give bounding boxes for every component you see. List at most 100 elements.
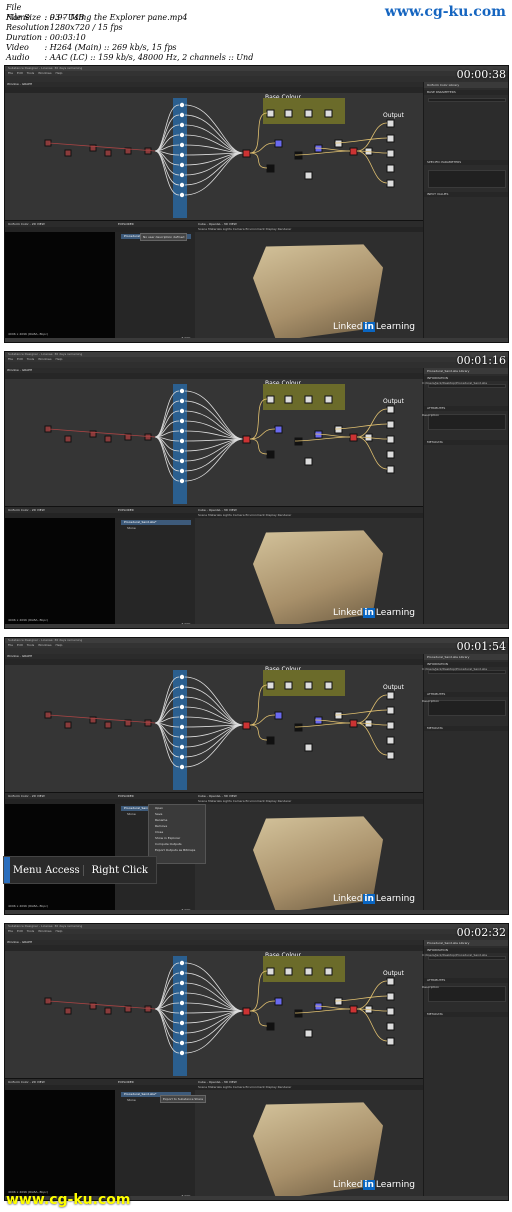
properties-panel[interactable]: Procedural_Sand.sbs Library INFORMATION … [423,940,508,1200]
graph-node [294,1009,303,1018]
graph-wire [249,1010,268,1027]
properties-section[interactable]: ATTRIBUTES [424,692,508,697]
menu-help[interactable]: Help [56,643,63,647]
graph-node [386,405,395,414]
graph-node-wires [44,98,395,218]
view-2d-toolbar[interactable] [5,799,115,804]
view-3d-panel[interactable]: Cube - OpenGL - 3D VIEW Scene Materials … [195,506,423,628]
graph-wire [184,972,244,1012]
menu-windows[interactable]: Windows [38,71,51,75]
properties-section[interactable]: INPUT VALUES [424,192,508,197]
graph-wire [356,694,388,724]
graph-node [179,172,185,178]
view-2d-panel[interactable]: Uniform Color - 2D VIEW 4096 x 4096 (RGB… [5,1078,115,1200]
graph-node [334,425,343,434]
view-2d-toolbar[interactable] [5,227,115,232]
graph-node [386,119,395,128]
explorer-toolbar[interactable] [115,227,195,232]
video-timestamp: 00:02:32 [456,926,506,939]
menu-tools[interactable]: Tools [27,357,34,361]
explorer-context-menu[interactable]: Open Save Rename Remove Close Show in Ex… [148,804,206,864]
graph-view[interactable]: Window - GRAPH R1 R2 Base Colour Output [5,82,423,220]
menu-help[interactable]: Help [56,71,63,75]
graph-node [179,478,185,484]
properties-panel[interactable]: Uniform Color Library BASE PARAMETERS SP… [423,82,508,342]
base-colour-frame [263,384,345,410]
menu-file[interactable]: File [8,71,13,75]
view-3d-panel[interactable]: Cube - OpenGL - 3D VIEW Scene Materials … [195,220,423,342]
explorer-tree-item-stone[interactable]: Stone [127,812,136,816]
properties-panel[interactable]: Procedural_Sand.sbs Library INFORMATION … [423,368,508,628]
menu-file[interactable]: File [8,643,13,647]
menu-help[interactable]: Help [56,357,63,361]
file-path: C:/Users/Jack/Desktop/Procedural_Sand.sb… [422,381,488,385]
view-2d-panel[interactable]: Uniform Color - 2D VIEW 4096 x 4096 (RGB… [5,220,115,342]
graph-node [179,132,185,138]
menu-access-callout: Menu Access Right Click [3,856,157,884]
properties-field[interactable] [428,98,506,102]
properties-section[interactable]: BASE PARAMETERS [424,90,508,95]
video-frame: Substance Designer - License: 30 days re… [4,65,509,343]
menu-windows[interactable]: Windows [38,643,51,647]
view-3d-panel[interactable]: Cube - OpenGL - 3D VIEW Scene Materials … [195,792,423,914]
description-label: Description [422,413,440,417]
menu-windows[interactable]: Windows [38,929,51,933]
properties-field[interactable] [428,700,506,716]
graph-node [386,1022,395,1031]
view-3d-menu[interactable]: Scene Materials Lights Camera Environmen… [195,1085,423,1090]
properties-section[interactable]: ATTRIBUTES [424,978,508,983]
graph-node [294,723,303,732]
menu-edit[interactable]: Edit [17,643,23,647]
properties-tabs[interactable]: Procedural_Sand.sbs Library [424,368,508,374]
menu-tools[interactable]: Tools [27,643,34,647]
graph-node [179,744,185,750]
properties-panel[interactable]: Procedural_Sand.sbs Library INFORMATION … [423,654,508,914]
graph-node [386,691,395,700]
view-2d-panel[interactable]: Uniform Color - 2D VIEW 4096 x 4096 (RGB… [5,792,115,914]
graph-view[interactable]: Window - GRAPH R1 R2 Base Colour Output [5,368,423,506]
menu-windows[interactable]: Windows [38,357,51,361]
graph-node [386,134,395,143]
explorer-tree-item-stone[interactable]: Stone [127,1098,136,1102]
graph-view[interactable]: Window - GRAPH R1 R2 Base Colour Output [5,940,423,1078]
properties-field[interactable] [428,414,506,430]
menu-edit[interactable]: Edit [17,71,23,75]
graph-wire [184,152,244,186]
view-3d-menu[interactable]: Scene Materials Lights Camera Environmen… [195,799,423,804]
menu-help[interactable]: Help [56,929,63,933]
graph-node [386,164,395,173]
properties-section[interactable]: ATTRIBUTES [424,406,508,411]
properties-section[interactable]: METADATA [424,440,508,445]
view-2d-panel[interactable]: Uniform Color - 2D VIEW 4096 x 4096 (RGB… [5,506,115,628]
menu-tools[interactable]: Tools [27,929,34,933]
graph-view[interactable]: Window - GRAPH R1 R2 Base Colour Output [5,654,423,792]
linkedin-learning-logo: Linked in Learning [333,322,415,332]
properties-tabs[interactable]: Procedural_Sand.sbs Library [424,654,508,660]
properties-section[interactable]: METADATA [424,1012,508,1017]
explorer-tree-item-stone[interactable]: Stone [127,526,136,530]
menu-edit[interactable]: Edit [17,929,23,933]
explorer-panel[interactable]: EXPLORER Procedural_Sand.sbs* Stone 8.00… [115,506,195,628]
properties-field[interactable] [428,170,506,188]
graph-node [304,681,313,690]
explorer-toolbar[interactable] [115,1085,195,1090]
view-3d-menu[interactable]: Scene Materials Lights Camera Environmen… [195,227,423,232]
graph-node [179,1040,185,1046]
view-3d-panel[interactable]: Cube - OpenGL - 3D VIEW Scene Materials … [195,1078,423,1200]
properties-tabs[interactable]: Uniform Color Library [424,82,508,88]
menu-tools[interactable]: Tools [27,71,34,75]
properties-section[interactable]: SPECIFIC PARAMETERS [424,160,508,165]
view-2d-toolbar[interactable] [5,1085,115,1090]
view-3d-menu[interactable]: Scene Materials Lights Camera Environmen… [195,513,423,518]
file-path: C:/Users/Jack/Desktop/Procedural_Sand.sb… [422,953,488,957]
explorer-toolbar[interactable] [115,513,195,518]
properties-section[interactable]: METADATA [424,726,508,731]
context-menu-export-bitmaps[interactable]: Export Outputs as Bitmaps [149,847,205,853]
menu-file[interactable]: File [8,929,13,933]
properties-field[interactable] [428,986,506,1002]
properties-tabs[interactable]: Procedural_Sand.sbs Library [424,940,508,946]
menu-edit[interactable]: Edit [17,357,23,361]
view-2d-toolbar[interactable] [5,513,115,518]
explorer-tree-item[interactable]: Procedural_Sand.sbs* [121,520,191,525]
menu-file[interactable]: File [8,357,13,361]
